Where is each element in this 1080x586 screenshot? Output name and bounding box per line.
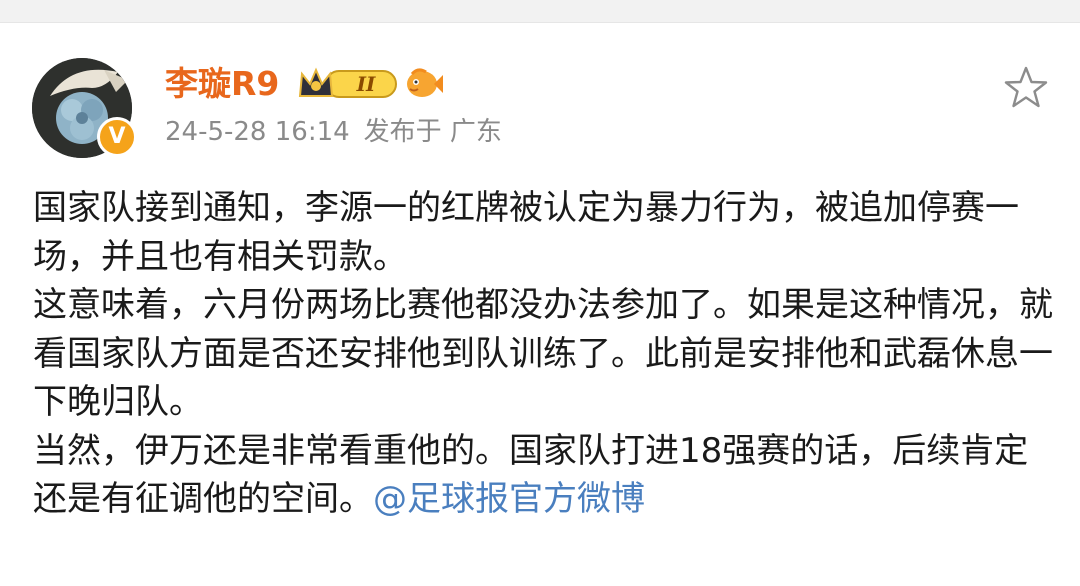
level-label: II <box>356 72 376 96</box>
username[interactable]: 李璇R9 <box>165 62 279 106</box>
mention-link[interactable]: @足球报官方微博 <box>373 479 645 519</box>
paragraph: 国家队接到通知，李源一的红牌被认定为暴力行为，被追加停赛一场，并且也有相关罚款。 <box>33 188 1019 277</box>
post-meta: 24-5-28 16:14 发布于 广东 <box>165 114 516 150</box>
paragraph: 这意味着，六月份两场比赛他都没办法参加了。如果是这种情况，就看国家队方面是否还安… <box>33 285 1053 422</box>
verified-badge: V <box>97 117 137 157</box>
top-bar <box>0 0 1080 23</box>
fish-icon <box>407 68 443 97</box>
location: 发布于 广东 <box>363 117 502 147</box>
paragraph: 当然，伊万还是非常看重他的。国家队打进18强赛的话，后续肯定还是有征调他的空间。… <box>33 427 1053 524</box>
post-content: 国家队接到通知，李源一的红牌被认定为暴力行为，被追加停赛一场，并且也有相关罚款。… <box>33 184 1053 524</box>
timestamp: 24-5-28 16:14 <box>165 117 350 147</box>
star-icon[interactable] <box>1002 64 1050 112</box>
